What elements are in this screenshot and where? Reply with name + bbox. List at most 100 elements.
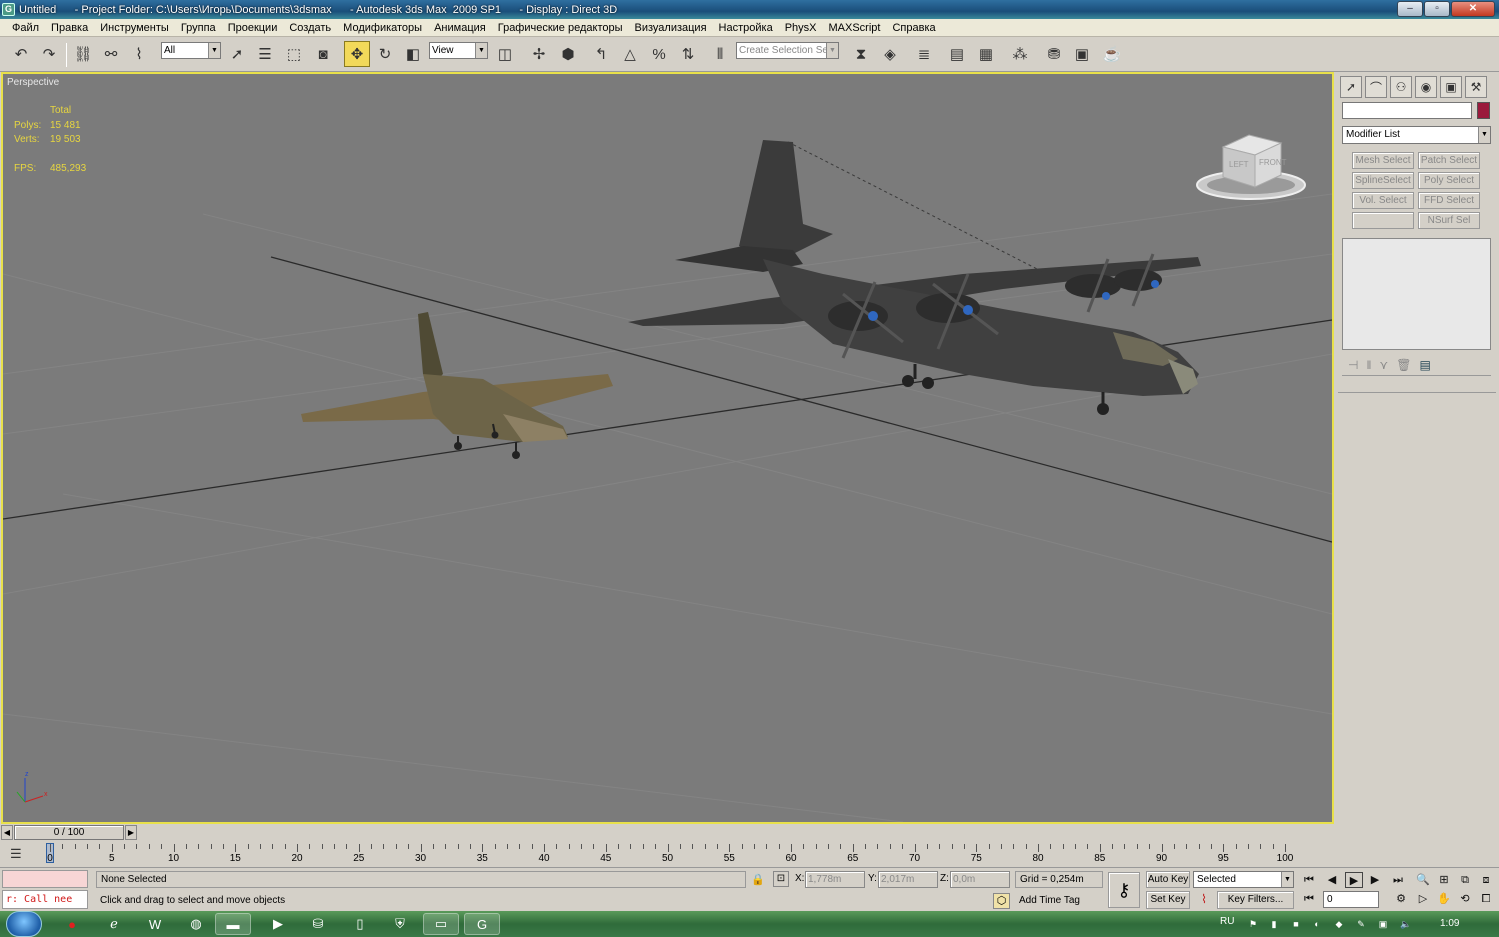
tray-volume-icon[interactable]: 🔈 [1400, 918, 1412, 930]
orbit-icon[interactable]: ⟲ [1456, 891, 1474, 907]
previous-frame-icon[interactable]: ◀ [1323, 872, 1341, 888]
start-button[interactable] [6, 911, 42, 937]
menu-physx[interactable]: PhysX [779, 19, 823, 37]
next-frame-icon[interactable]: ▶ [1366, 872, 1384, 888]
viewport-label[interactable]: Perspective [7, 77, 59, 88]
object-color-swatch[interactable] [1477, 102, 1490, 119]
keyboard-shortcut-override-icon[interactable]: ⬢ [555, 41, 581, 67]
rendered-frame-window-icon[interactable]: ▣ [1069, 41, 1095, 67]
3dsmax-icon[interactable]: G [2, 3, 15, 16]
mirror-icon[interactable]: ⧗ [848, 41, 874, 67]
patch-select-button[interactable]: Patch Select [1418, 152, 1480, 169]
maxscript-mini-listener[interactable]: r: Call nee [2, 890, 88, 909]
menu-create[interactable]: Создать [283, 19, 337, 37]
menu-animation[interactable]: Анимация [428, 19, 492, 37]
schematic-view-icon[interactable]: ▦ [973, 41, 999, 67]
network-icon[interactable]: ⛁ [300, 913, 336, 935]
add-time-tag[interactable]: Add Time Tag [1015, 892, 1103, 909]
zoom-icon[interactable]: 🔍 [1414, 872, 1432, 888]
configure-modifier-sets-icon[interactable]: ▤ [1419, 358, 1430, 372]
create-tab-icon[interactable]: ➚ [1340, 76, 1362, 98]
menu-graph-editors[interactable]: Графические редакторы [492, 19, 629, 37]
mesh-select-button[interactable]: Mesh Select [1352, 152, 1414, 169]
tray-flag-icon[interactable]: ⚑ [1247, 918, 1259, 930]
minimize-button[interactable]: – [1397, 1, 1423, 17]
snaps-toggle-icon[interactable]: ↰ [588, 41, 614, 67]
time-slider-thumb[interactable]: 0 / 100 [14, 825, 124, 840]
internet-explorer-icon[interactable]: ℯ [96, 913, 132, 935]
display-tab-icon[interactable]: ▣ [1440, 76, 1462, 98]
set-keys-icon[interactable]: ⚷ [1108, 872, 1140, 908]
window-crossing-icon[interactable]: ◙ [310, 41, 336, 67]
x-field[interactable]: 1,778m [805, 871, 865, 888]
angle-snap-icon[interactable]: △ [617, 41, 643, 67]
pan-view-icon[interactable]: ✋ [1435, 891, 1453, 907]
z-field[interactable]: 0,0m [950, 871, 1010, 888]
explorer-icon[interactable]: ▬ [215, 913, 251, 935]
maximize-viewport-icon[interactable]: ⧠ [1477, 891, 1495, 907]
go-to-start-icon[interactable]: ⏮ [1300, 872, 1318, 888]
menu-help[interactable]: Справка [886, 19, 941, 37]
select-by-name-icon[interactable]: ☰ [252, 41, 278, 67]
menu-group[interactable]: Группа [175, 19, 222, 37]
zoom-all-icon[interactable]: ⊞ [1435, 872, 1453, 888]
tray-app-icon[interactable]: ◆ [1333, 918, 1345, 930]
hierarchy-tab-icon[interactable]: ⚇ [1390, 76, 1412, 98]
maximize-button[interactable]: ▫ [1424, 1, 1450, 17]
field-of-view-icon[interactable]: ▷ [1414, 891, 1432, 907]
reference-coord-dropdown[interactable]: View ▼ [429, 42, 488, 59]
bind-to-space-warp-icon[interactable]: ⌇ [126, 41, 152, 67]
align-icon[interactable]: ◈ [877, 41, 903, 67]
select-and-manipulate-icon[interactable]: ✢ [526, 41, 552, 67]
select-and-move-icon[interactable]: ✥ [344, 41, 370, 67]
3dsmax-taskbar-icon[interactable]: G [464, 913, 500, 935]
vol-select-button[interactable]: Vol. Select [1352, 192, 1414, 209]
menu-edit[interactable]: Правка [45, 19, 94, 37]
zoom-extents-all-icon[interactable]: ⧈ [1477, 872, 1495, 888]
modifier-stack[interactable] [1342, 238, 1491, 350]
menu-modifiers[interactable]: Модификаторы [337, 19, 428, 37]
key-mode-toggle-icon[interactable]: ⏮ [1300, 891, 1318, 907]
menu-views[interactable]: Проекции [222, 19, 284, 37]
key-filters-button[interactable]: Key Filters... [1217, 891, 1294, 909]
spinner-snap-icon[interactable]: ⇅ [675, 41, 701, 67]
pin-stack-icon[interactable]: ⊣ [1348, 358, 1358, 372]
go-to-end-icon[interactable]: ⏭ [1389, 872, 1407, 888]
chrome-icon[interactable]: ◍ [178, 913, 214, 935]
remove-modifier-icon[interactable]: 🗑 [1396, 358, 1411, 372]
close-button[interactable]: ✕ [1451, 1, 1495, 17]
redo-icon[interactable]: ↷ [36, 41, 62, 67]
poly-select-button[interactable]: Poly Select [1418, 172, 1480, 189]
notepad-icon[interactable]: ▯ [342, 913, 378, 935]
menu-rendering[interactable]: Визуализация [629, 19, 713, 37]
auto-key-button[interactable]: Auto Key [1146, 871, 1190, 888]
maxscript-mini-listener-top[interactable] [2, 870, 88, 888]
material-editor-icon[interactable]: ⁂ [1007, 41, 1033, 67]
monitor-app-icon[interactable]: ▭ [423, 913, 459, 935]
ffd-select-button[interactable]: FFD Select [1418, 192, 1480, 209]
y-field[interactable]: 2,017m [878, 871, 938, 888]
select-and-scale-icon[interactable]: ◧ [400, 41, 426, 67]
render-setup-icon[interactable]: ⛃ [1041, 41, 1067, 67]
select-and-rotate-icon[interactable]: ↻ [372, 41, 398, 67]
named-selection-dropdown[interactable]: Create Selection Set ▼ [736, 42, 839, 59]
menu-maxscript[interactable]: MAXScript [823, 19, 887, 37]
layer-manager-icon[interactable]: ≣ [911, 41, 937, 67]
viewcube[interactable]: LEFT FRONT [1193, 129, 1309, 205]
menu-customize[interactable]: Настройка [713, 19, 779, 37]
object-name-field[interactable] [1342, 102, 1472, 119]
time-slider-next-icon[interactable]: ▶ [125, 825, 137, 840]
menu-tools[interactable]: Инструменты [94, 19, 175, 37]
menu-file[interactable]: Файл [6, 19, 45, 37]
tray-status-icon[interactable]: ■ [1290, 918, 1302, 930]
make-unique-icon[interactable]: ⋎ [1379, 358, 1388, 372]
use-pivot-center-icon[interactable]: ◫ [492, 41, 518, 67]
motion-tab-icon[interactable]: ◉ [1415, 76, 1437, 98]
input-language[interactable]: RU [1220, 916, 1234, 927]
current-frame-field[interactable]: 0 [1323, 891, 1379, 908]
undo-icon[interactable]: ↶ [8, 41, 34, 67]
percent-snap-icon[interactable]: % [646, 41, 672, 67]
mini-curve-editor-icon[interactable]: ☰ [10, 846, 28, 861]
modify-tab-icon[interactable]: ⌒ [1365, 76, 1387, 98]
absolute-mode-icon[interactable]: ⊡ [773, 871, 789, 887]
